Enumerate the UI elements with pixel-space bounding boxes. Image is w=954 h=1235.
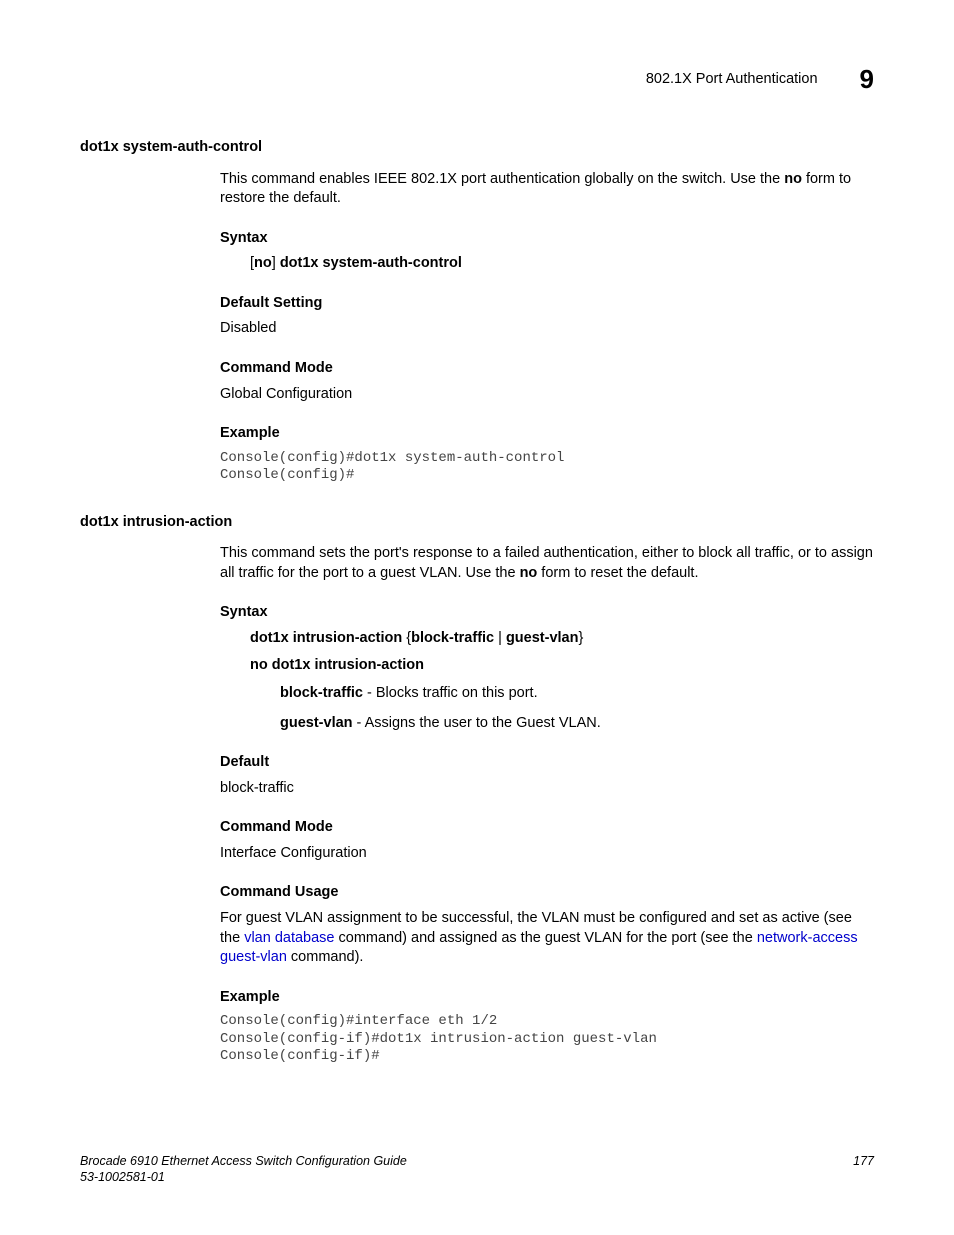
default-heading: Default Setting <box>220 294 874 314</box>
usage-segment: command) and assigned as the guest VLAN … <box>334 930 756 946</box>
command-heading-intrusion-action: dot1x intrusion-action <box>80 513 874 533</box>
chapter-number: 9 <box>860 62 874 97</box>
page-footer: Brocade 6910 Ethernet Access Switch Conf… <box>80 1153 874 1186</box>
example-code: Console(config)#interface eth 1/2 Consol… <box>220 1013 874 1066</box>
default-value: block-traffic <box>220 779 874 799</box>
option-description: guest-vlan - Assigns the user to the Gue… <box>280 714 874 734</box>
syntax-keyword: block-traffic <box>411 630 494 646</box>
mode-value: Global Configuration <box>220 385 874 405</box>
no-keyword: no <box>520 565 538 581</box>
footer-doc-title: Brocade 6910 Ethernet Access Switch Conf… <box>80 1153 407 1169</box>
mode-heading: Command Mode <box>220 359 874 379</box>
cross-ref-link[interactable]: vlan database <box>244 930 334 946</box>
mode-value: Interface Configuration <box>220 844 874 864</box>
option-text: - Assigns the user to the Guest VLAN. <box>353 715 601 731</box>
default-heading: Default <box>220 753 874 773</box>
command-description: This command sets the port's response to… <box>220 544 874 583</box>
footer-doc-id: 53-1002581-01 <box>80 1169 407 1185</box>
syntax-heading: Syntax <box>220 229 874 249</box>
syntax-line: dot1x intrusion-action {block-traffic | … <box>250 629 874 649</box>
option-term: guest-vlan <box>280 715 353 731</box>
syntax-keyword: no <box>254 255 272 271</box>
desc-text: This command enables IEEE 802.1X port au… <box>220 171 784 187</box>
example-code: Console(config)#dot1x system-auth-contro… <box>220 450 874 485</box>
example-heading: Example <box>220 424 874 444</box>
no-keyword: no <box>784 171 802 187</box>
footer-left: Brocade 6910 Ethernet Access Switch Conf… <box>80 1153 407 1186</box>
option-text: - Blocks traffic on this port. <box>363 685 538 701</box>
usage-text: For guest VLAN assignment to be successf… <box>220 909 874 968</box>
syntax-keyword: guest-vlan <box>506 630 579 646</box>
page-content: dot1x system-auth-control This command e… <box>80 138 874 1066</box>
page-number: 177 <box>853 1153 874 1170</box>
option-description: block-traffic - Blocks traffic on this p… <box>280 684 874 704</box>
command-heading-system-auth: dot1x system-auth-control <box>80 138 874 158</box>
usage-segment: command). <box>287 949 364 965</box>
example-heading: Example <box>220 988 874 1008</box>
syntax-line: [no] dot1x system-auth-control <box>250 254 874 274</box>
syntax-text: | <box>494 630 506 646</box>
mode-heading: Command Mode <box>220 818 874 838</box>
usage-heading: Command Usage <box>220 883 874 903</box>
page-header: 802.1X Port Authentication 9 <box>646 62 874 97</box>
syntax-text: } <box>578 630 583 646</box>
syntax-text: ] <box>272 255 280 271</box>
syntax-text: { <box>402 630 411 646</box>
default-value: Disabled <box>220 319 874 339</box>
syntax-heading: Syntax <box>220 603 874 623</box>
desc-text: form to reset the default. <box>537 565 698 581</box>
syntax-keyword: dot1x system-auth-control <box>280 255 462 271</box>
option-term: block-traffic <box>280 685 363 701</box>
syntax-line: no dot1x intrusion-action <box>250 656 874 676</box>
syntax-keyword: dot1x intrusion-action <box>250 630 402 646</box>
command-description: This command enables IEEE 802.1X port au… <box>220 170 874 209</box>
header-title: 802.1X Port Authentication <box>646 70 818 90</box>
